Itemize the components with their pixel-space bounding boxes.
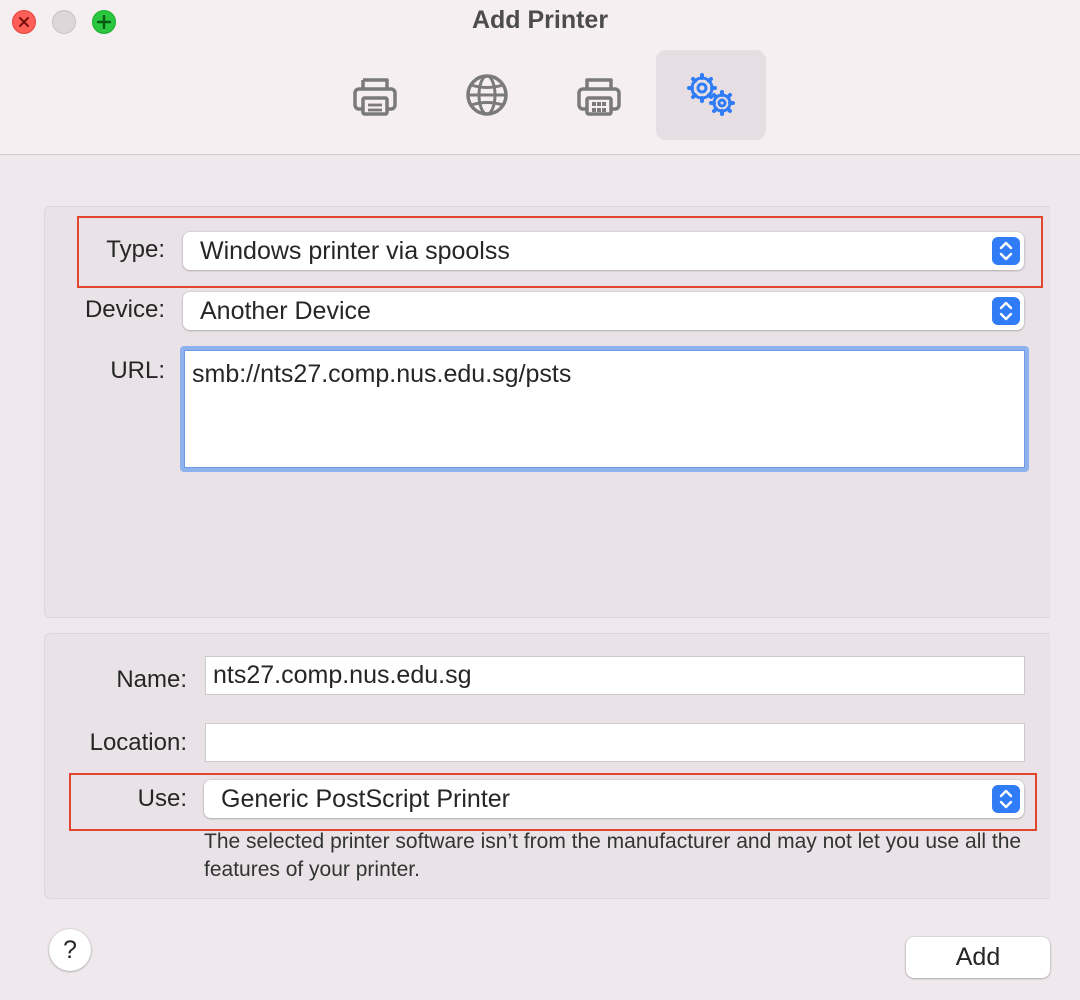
chevron-updown-icon [992,297,1020,325]
window-title: Add Printer [471,6,609,34]
location-label: Location: [89,729,187,756]
type-label: Type: [106,236,165,263]
gears-icon [687,73,735,116]
url-label: URL: [110,357,165,384]
toolbar-windows[interactable] [544,50,654,140]
toolbar-ip[interactable] [432,50,542,140]
chevron-updown-icon [992,785,1020,813]
driver-warning-text: The selected printer software isn’t from… [204,830,1022,881]
device-value: Another Device [200,297,371,325]
chevron-updown-icon [992,237,1020,265]
default-printer-icon [353,78,397,116]
toolbar-advanced[interactable] [656,50,766,140]
use-popup[interactable]: Generic PostScript Printer [204,780,1024,818]
windows-printer-icon [577,78,621,116]
globe-icon [466,74,508,116]
use-value: Generic PostScript Printer [221,785,510,813]
url-field[interactable]: smb://nts27.comp.nus.edu.sg/psts [180,346,1029,472]
use-label: Use: [137,785,187,812]
name-field[interactable]: nts27.comp.nus.edu.sg [205,656,1025,695]
type-value: Windows printer via spoolss [200,237,510,265]
title-bar: Add Printer [0,0,1080,155]
add-button[interactable]: Add [906,937,1050,978]
name-label: Name: [116,666,187,693]
type-popup[interactable]: Windows printer via spoolss [183,232,1024,270]
toolbar-default-printer[interactable] [320,50,430,140]
help-button[interactable]: ? [49,929,91,971]
location-field[interactable] [205,723,1025,762]
device-popup[interactable]: Another Device [183,292,1024,330]
device-label: Device: [84,296,165,323]
